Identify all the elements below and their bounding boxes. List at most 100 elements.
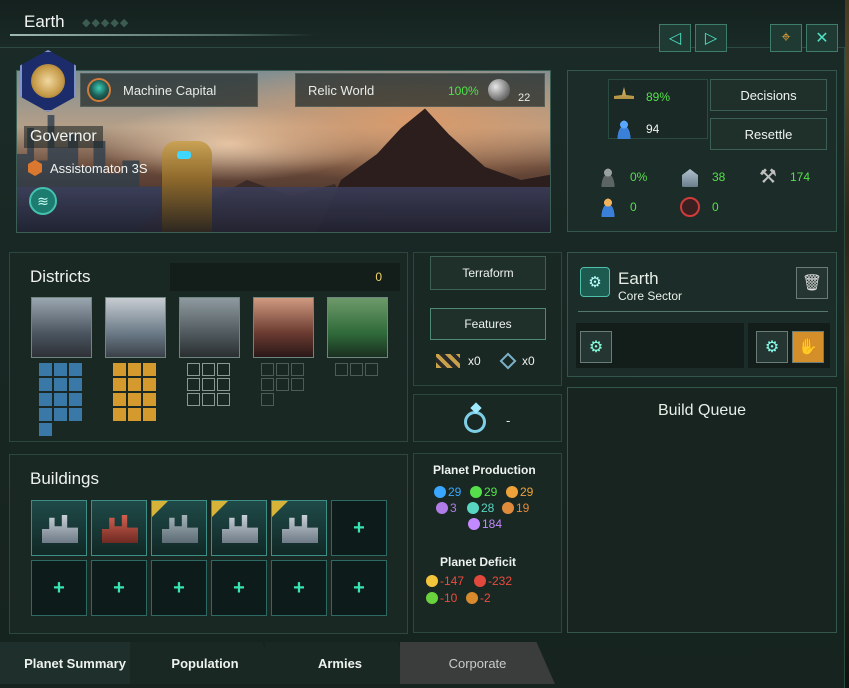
resettle-button[interactable]: Resettle — [710, 118, 827, 150]
unity-output[interactable]: 3 — [436, 501, 457, 515]
pops-stat[interactable]: 94 — [614, 119, 659, 139]
tab-planet-summary[interactable]: Planet Summary — [0, 642, 150, 684]
building-slot[interactable] — [91, 500, 147, 556]
workers-stat[interactable]: 0 — [598, 197, 637, 217]
energy-deficit[interactable]: -147 — [426, 574, 464, 588]
district-slot — [39, 408, 52, 421]
food-deficit[interactable]: -10 — [426, 591, 457, 605]
district-nexus[interactable] — [105, 297, 166, 358]
building-slot[interactable] — [151, 500, 207, 556]
buildings-panel: Buildings + + + + + + + — [9, 454, 408, 634]
next-planet-button[interactable]: ▷ — [695, 24, 727, 52]
unity-icon — [436, 502, 448, 514]
governor-trait-icon[interactable]: ≋ — [29, 187, 57, 215]
district-slot — [69, 393, 82, 406]
designation-tag[interactable]: Machine Capital — [80, 73, 258, 107]
stability-stat[interactable]: 89% — [614, 87, 670, 107]
district-generator[interactable] — [179, 297, 240, 358]
engineering-value: 29 — [520, 485, 534, 499]
blockers-count[interactable]: x0 — [436, 354, 481, 368]
district-slot — [202, 378, 215, 391]
tab-population[interactable]: Population — [130, 642, 280, 684]
governor-portrait-visor — [177, 151, 191, 159]
minerals-deficit[interactable]: -232 — [474, 574, 512, 588]
district-slot — [291, 378, 304, 391]
agriculture-district-slots — [335, 363, 378, 376]
district-slot — [143, 393, 156, 406]
ring-icon[interactable] — [464, 411, 486, 433]
district-slot — [217, 363, 230, 376]
governor-name-row[interactable]: Assistomaton 3S — [28, 160, 148, 176]
jobs-stat[interactable]: ⚒ 174 — [758, 167, 810, 187]
release-sector-button[interactable]: 🗑 — [796, 267, 828, 299]
district-slot — [187, 393, 200, 406]
empty-building-slot[interactable]: + — [91, 560, 147, 616]
influence-icon — [468, 518, 480, 530]
tab-armies[interactable]: Armies — [265, 642, 415, 684]
empty-building-slot[interactable]: + — [31, 560, 87, 616]
district-slot — [187, 378, 200, 391]
special-resource-panel: - — [413, 394, 562, 442]
add-building-icon: + — [353, 576, 365, 599]
generator-district-slots — [187, 363, 230, 406]
district-city[interactable] — [31, 297, 92, 358]
emblem-globe-icon — [31, 64, 65, 98]
nexus-district-slots — [113, 363, 156, 421]
consumer-goods-output[interactable]: 19 — [502, 501, 529, 515]
free-slots-stat[interactable]: 0 — [680, 197, 719, 217]
building-slot[interactable] — [31, 500, 87, 556]
empty-building-slot[interactable]: + — [151, 560, 207, 616]
tab-corporate[interactable]: Corporate — [400, 642, 555, 684]
strategic-deficit[interactable]: -2 — [466, 591, 491, 605]
district-slot — [54, 363, 67, 376]
ground — [17, 187, 550, 232]
building-slot[interactable] — [271, 500, 327, 556]
sector-name: Earth — [618, 269, 659, 288]
district-slot — [276, 378, 289, 391]
district-slot — [335, 363, 348, 376]
governor-name: Assistomaton 3S — [50, 160, 148, 176]
sector-settings-button[interactable]: ⚙ — [580, 331, 612, 363]
district-slot — [54, 378, 67, 391]
district-slot — [54, 393, 67, 406]
district-slot — [350, 363, 363, 376]
empty-building-slot[interactable]: + — [271, 560, 327, 616]
machine-capital-icon — [87, 78, 111, 102]
empty-building-slot[interactable]: + — [211, 560, 267, 616]
close-button[interactable]: ✕ — [806, 24, 838, 52]
district-slot — [365, 363, 378, 376]
title-underline — [10, 34, 315, 36]
unity-value: 3 — [450, 501, 457, 515]
terraform-button[interactable]: Terraform — [430, 256, 546, 290]
empty-building-slot[interactable]: + — [331, 500, 387, 556]
special-value: - — [506, 413, 511, 428]
district-mining[interactable] — [253, 297, 314, 358]
decisions-button[interactable]: Decisions — [710, 79, 827, 111]
planet-focus-button[interactable]: ✋ — [792, 331, 824, 363]
automation-gear-icon: ⚙ — [764, 339, 780, 356]
minerals-icon — [474, 575, 486, 587]
housing-stat[interactable]: 38 — [680, 167, 725, 187]
features-button[interactable]: Features — [430, 308, 546, 340]
focus-camera-button[interactable]: ⌖ — [770, 24, 802, 52]
influence-value: 184 — [482, 517, 503, 531]
automation-button[interactable]: ⚙ — [756, 331, 788, 363]
previous-planet-button[interactable]: ◁ — [659, 24, 691, 52]
close-icon: ✕ — [815, 30, 829, 47]
influence-output[interactable]: 184 — [468, 517, 502, 531]
engineering-output[interactable]: 29 — [506, 485, 533, 499]
society-output[interactable]: 29 — [470, 485, 497, 499]
district-agriculture[interactable] — [327, 297, 388, 358]
unemployment-stat[interactable]: 0% — [598, 167, 647, 187]
district-slot — [276, 363, 289, 376]
district-slot — [39, 393, 52, 406]
research-output[interactable]: 29 — [434, 485, 461, 499]
features-count[interactable]: x0 — [499, 352, 535, 370]
district-slot — [113, 363, 126, 376]
empty-building-slot[interactable]: + — [331, 560, 387, 616]
jobs-value: 174 — [790, 170, 811, 184]
building-slot[interactable] — [211, 500, 267, 556]
alloys-output[interactable]: 28 — [467, 501, 494, 515]
pop-icon — [614, 119, 634, 139]
title-bar: Earth ◆◆◆◆◆ ◁ ▷ ⌖ ✕ — [0, 0, 845, 52]
